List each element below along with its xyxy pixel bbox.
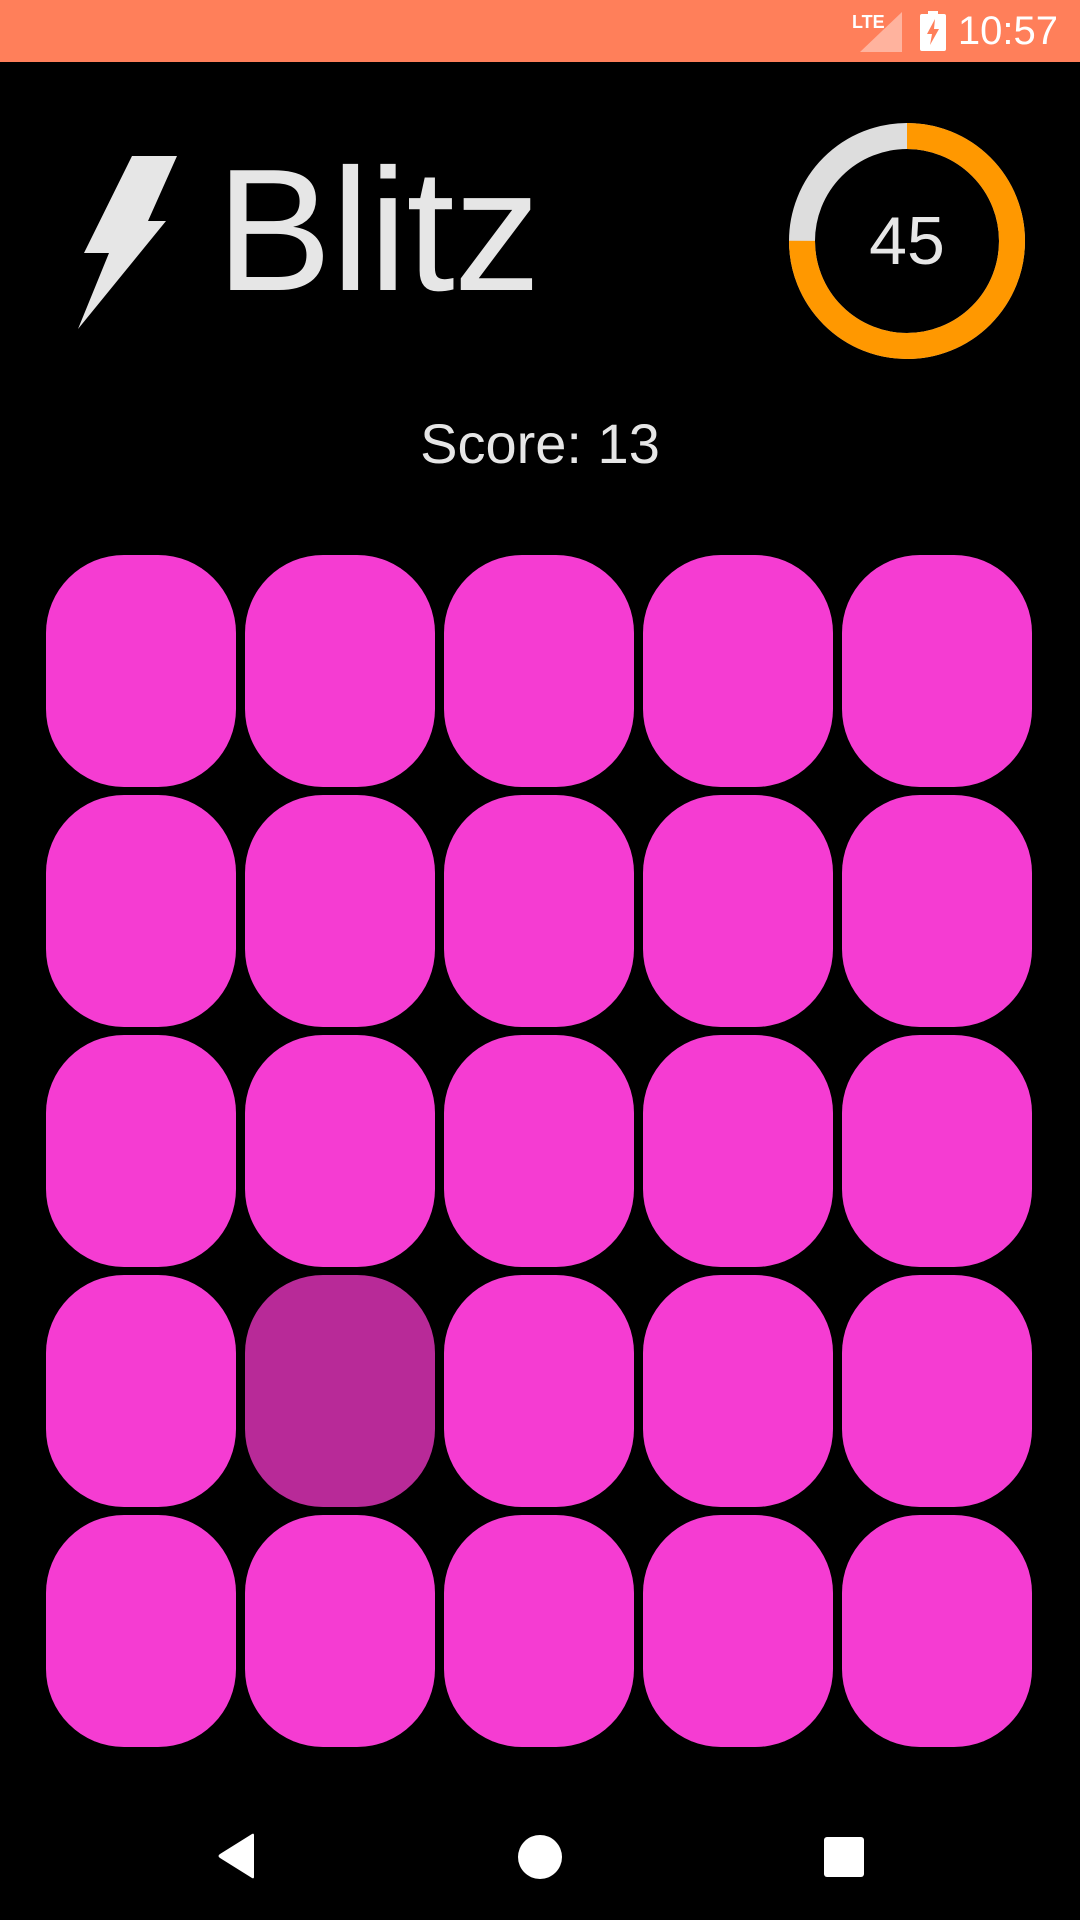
- game-tile-pressed[interactable]: [245, 1275, 435, 1507]
- lte-signal-icon: LTE: [852, 12, 902, 52]
- navigation-bar: [0, 1800, 1080, 1920]
- countdown-timer: 45: [788, 122, 1026, 360]
- game-tile[interactable]: [444, 555, 634, 787]
- battery-charging-icon: [920, 11, 946, 51]
- game-tile[interactable]: [444, 1035, 634, 1267]
- score-label: Score: 13: [420, 412, 660, 475]
- game-tile[interactable]: [245, 795, 435, 1027]
- game-tile[interactable]: [842, 1035, 1032, 1267]
- game-board: [46, 555, 1034, 1747]
- game-tile[interactable]: [842, 1515, 1032, 1747]
- game-tile[interactable]: [46, 555, 236, 787]
- back-icon[interactable]: [216, 1833, 258, 1879]
- game-tile[interactable]: [46, 1275, 236, 1507]
- game-tile[interactable]: [245, 1515, 435, 1747]
- game-tile[interactable]: [643, 1275, 833, 1507]
- game-tile[interactable]: [842, 795, 1032, 1027]
- game-tile[interactable]: [643, 1515, 833, 1747]
- game-tile[interactable]: [842, 555, 1032, 787]
- game-tile[interactable]: [444, 795, 634, 1027]
- app-title: Blitz: [216, 132, 541, 327]
- recents-icon[interactable]: [824, 1837, 864, 1877]
- game-tile[interactable]: [643, 795, 833, 1027]
- svg-text:LTE: LTE: [852, 12, 885, 32]
- game-tile[interactable]: [46, 795, 236, 1027]
- lightning-bolt-icon: [78, 156, 177, 329]
- game-tile[interactable]: [245, 555, 435, 787]
- game-tile[interactable]: [842, 1275, 1032, 1507]
- status-time: 10:57: [957, 9, 1058, 53]
- game-tile[interactable]: [46, 1515, 236, 1747]
- status-bar: LTE 10:57: [0, 0, 1080, 62]
- game-tile[interactable]: [46, 1035, 236, 1267]
- timer-value: 45: [869, 203, 945, 279]
- game-tile[interactable]: [444, 1515, 634, 1747]
- home-icon[interactable]: [518, 1835, 562, 1879]
- game-tile[interactable]: [643, 555, 833, 787]
- game-tile[interactable]: [245, 1035, 435, 1267]
- game-tile[interactable]: [643, 1035, 833, 1267]
- game-tile[interactable]: [444, 1275, 634, 1507]
